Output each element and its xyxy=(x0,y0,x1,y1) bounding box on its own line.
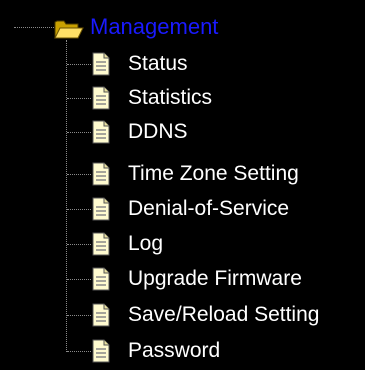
tree-item-label: Statistics xyxy=(128,86,213,109)
document-icon xyxy=(92,52,110,76)
tree-folder-management[interactable]: Management xyxy=(0,12,365,42)
tree-item-denial-of-service[interactable]: Denial-of-Service xyxy=(0,193,365,225)
management-tree: Management Status Statistics DDNS Time Z… xyxy=(0,0,365,370)
document-icon xyxy=(92,339,110,363)
open-folder-icon xyxy=(54,20,84,39)
document-icon xyxy=(92,197,110,221)
document-icon xyxy=(92,232,110,256)
tree-item-label: Denial-of-Service xyxy=(128,197,290,220)
document-icon xyxy=(92,162,110,186)
tree-item-label: Save/Reload Setting xyxy=(128,303,320,326)
tree-item-log[interactable]: Log xyxy=(0,228,365,260)
tree-item-label: DDNS xyxy=(128,120,188,143)
tree-item-upgrade-firmware[interactable]: Upgrade Firmware xyxy=(0,263,365,295)
document-icon xyxy=(92,86,110,110)
tree-item-label: Password xyxy=(128,339,221,362)
tree-item-label: Status xyxy=(128,52,188,75)
tree-item-ddns[interactable]: DDNS xyxy=(0,116,365,148)
tree-item-status[interactable]: Status xyxy=(0,48,365,80)
tree-item-save-reload-setting[interactable]: Save/Reload Setting xyxy=(0,299,365,331)
tree-item-label: Upgrade Firmware xyxy=(128,267,302,290)
tree-item-label: Time Zone Setting xyxy=(128,162,299,185)
tree-item-time-zone-setting[interactable]: Time Zone Setting xyxy=(0,158,365,190)
tree-item-label: Log xyxy=(128,232,164,255)
tree-item-statistics[interactable]: Statistics xyxy=(0,82,365,114)
document-icon xyxy=(92,303,110,327)
document-icon xyxy=(92,267,110,291)
tree-item-password[interactable]: Password xyxy=(0,335,365,367)
tree-folder-label: Management xyxy=(90,14,219,39)
document-icon xyxy=(92,120,110,144)
